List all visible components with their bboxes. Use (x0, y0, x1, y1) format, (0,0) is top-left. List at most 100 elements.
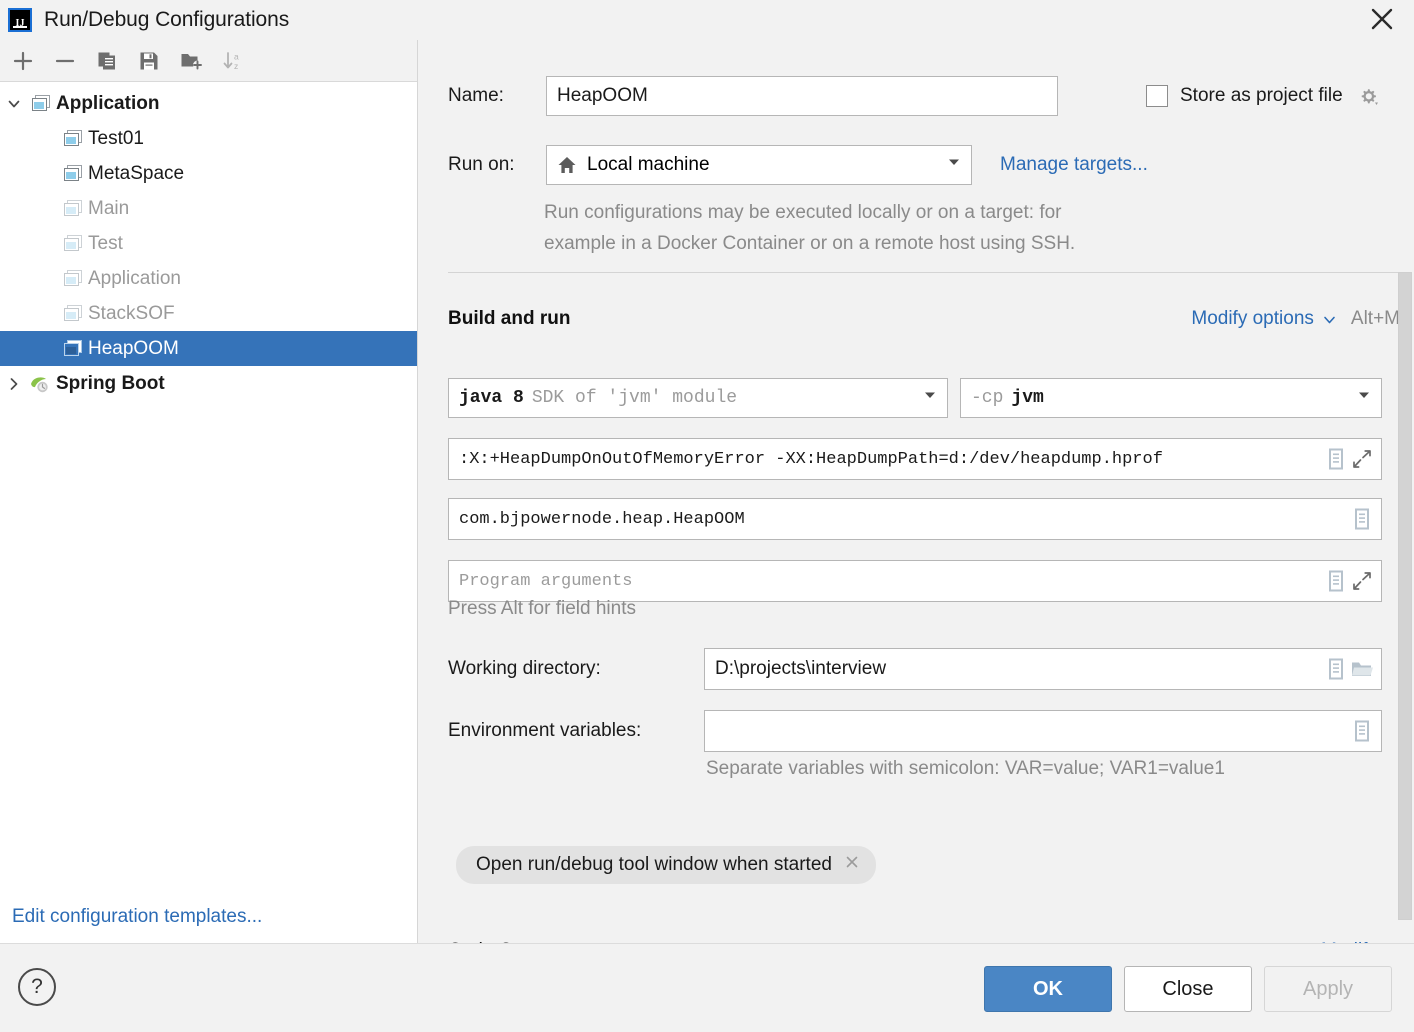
tree-item-label: Test01 (88, 127, 144, 149)
run-on-value: Local machine (587, 154, 710, 175)
configuration-icon (60, 235, 86, 252)
tree-group-application[interactable]: Application (0, 86, 417, 121)
modify-options-link[interactable]: Modify options (1191, 308, 1314, 330)
insert-macro-icon[interactable] (1323, 446, 1349, 472)
insert-macro-icon[interactable] (1349, 506, 1375, 532)
spring-boot-icon (28, 374, 54, 394)
close-button[interactable]: Close (1124, 966, 1252, 1012)
tree-group-spring-boot[interactable]: Spring Boot (0, 366, 417, 401)
open-tool-window-chip[interactable]: Open run/debug tool window when started (456, 846, 876, 884)
run-on-hint-line2: example in a Docker Container or on a re… (544, 233, 1076, 254)
dialog-actions: OK Close Apply (984, 966, 1392, 1012)
configuration-editor-panel: Name: HeapOOM Store as project file Run … (418, 40, 1414, 943)
tree-item-label: Main (88, 197, 130, 219)
vertical-scrollbar[interactable] (1398, 272, 1412, 920)
dialog-button-bar: ? OK Close Apply CSDN @popofzk (0, 943, 1414, 1032)
intellij-logo-icon: IJ (8, 8, 32, 32)
folder-browse-icon[interactable] (1349, 656, 1375, 682)
jre-value-rest: SDK of 'jvm' module (531, 388, 738, 408)
copy-configuration-button[interactable] (88, 44, 126, 78)
chevron-down-icon[interactable] (0, 96, 28, 112)
sidebar-toolbar: a z (0, 40, 417, 82)
dialog-title: Run/Debug Configurations (44, 8, 290, 31)
close-small-icon[interactable] (844, 854, 860, 876)
environment-variables-label: Environment variables: (448, 720, 642, 741)
store-as-project-file-label: Store as project file (1180, 85, 1343, 106)
ok-button[interactable]: OK (984, 966, 1112, 1012)
close-icon[interactable] (1360, 0, 1404, 38)
apply-button[interactable]: Apply (1264, 966, 1392, 1012)
jre-select[interactable]: java 8 SDK of 'jvm' module (448, 378, 948, 418)
tree-item-label: HeapOOM (88, 337, 179, 359)
tree-item-label: Application (88, 267, 181, 289)
chevron-down-icon[interactable] (1355, 386, 1373, 410)
expand-icon[interactable] (1349, 446, 1375, 472)
run-on-hint: Run configurations may be executed local… (544, 197, 1244, 259)
edit-configuration-templates-link[interactable]: Edit configuration templates... (12, 906, 262, 928)
working-directory-value: D:\projects\interview (715, 658, 887, 679)
remove-configuration-button[interactable] (46, 44, 84, 78)
chevron-right-icon[interactable] (0, 376, 28, 392)
working-directory-row: Working directory: D:\projects\interview (448, 648, 1388, 690)
sidebar-item-metaspace[interactable]: MetaSpace (0, 156, 417, 191)
sort-az-icon[interactable]: a z (214, 44, 252, 78)
svg-text:z: z (234, 61, 238, 71)
build-and-run-title: Build and run (448, 308, 571, 329)
configuration-icon (60, 270, 86, 287)
run-debug-configurations-dialog: IJ Run/Debug Configurations a z Applicat… (0, 0, 1414, 1032)
configuration-icon (60, 130, 86, 147)
classpath-select[interactable]: -cp jvm (960, 378, 1382, 418)
tree-item-label: StackSOF (88, 302, 175, 324)
chevron-down-icon[interactable] (1322, 312, 1337, 327)
application-group-icon (28, 95, 54, 112)
run-on-select[interactable]: Local machine (546, 145, 972, 185)
program-arguments-placeholder: Program arguments (459, 571, 633, 591)
jre-value-bold: java 8 (459, 388, 524, 408)
configurations-sidebar: a z Application Test01 MetaSpace Main Te… (0, 40, 418, 943)
configuration-icon (60, 340, 86, 357)
name-label: Name: (448, 85, 504, 106)
run-on-label: Run on: (448, 154, 515, 175)
logo-underline (13, 26, 27, 28)
environment-variables-input[interactable] (704, 710, 1382, 752)
field-hints-text: Press Alt for field hints (448, 598, 636, 619)
main-class-value: com.bjpowernode.heap.HeapOOM (459, 509, 745, 529)
folder-add-icon[interactable] (172, 44, 210, 78)
help-icon[interactable]: ? (18, 968, 56, 1006)
sidebar-item-stacksof[interactable]: StackSOF (0, 296, 417, 331)
chevron-down-icon[interactable] (945, 153, 963, 177)
vm-options-input[interactable]: :X:+HeapDumpOnOutOfMemoryError -XX:HeapD… (448, 438, 1382, 480)
insert-macro-icon[interactable] (1323, 568, 1349, 594)
jre-classpath-row: java 8 SDK of 'jvm' module -cp jvm (448, 378, 1382, 418)
working-directory-input[interactable]: D:\projects\interview (704, 648, 1382, 690)
tree-item-label: Test (88, 232, 123, 254)
tree-item-label: Application (56, 92, 160, 114)
insert-macro-icon[interactable] (1323, 656, 1349, 682)
tree-item-label: Spring Boot (56, 372, 165, 394)
chevron-down-icon[interactable] (921, 386, 939, 410)
sidebar-item-test[interactable]: Test (0, 226, 417, 261)
classpath-module: jvm (1011, 388, 1044, 408)
run-on-hint-line1: Run configurations may be executed local… (544, 202, 1062, 223)
sidebar-item-heapoom[interactable]: HeapOOM (0, 331, 417, 366)
sidebar-item-main[interactable]: Main (0, 191, 417, 226)
tree-item-label: MetaSpace (88, 162, 185, 184)
configuration-icon (60, 165, 86, 182)
add-configuration-button[interactable] (4, 44, 42, 78)
sidebar-item-test01[interactable]: Test01 (0, 121, 417, 156)
environment-variables-hint: Separate variables with semicolon: VAR=v… (706, 758, 1225, 779)
gear-icon[interactable] (1355, 83, 1381, 109)
insert-macro-icon[interactable] (1349, 718, 1375, 744)
expand-icon[interactable] (1349, 568, 1375, 594)
section-divider (448, 272, 1400, 273)
sidebar-item-application[interactable]: Application (0, 261, 417, 296)
name-input[interactable]: HeapOOM (546, 76, 1058, 116)
store-as-project-file-checkbox[interactable] (1146, 85, 1168, 107)
save-configuration-button[interactable] (130, 44, 168, 78)
configurations-tree: Application Test01 MetaSpace Main Test A… (0, 82, 417, 401)
main-class-input[interactable]: com.bjpowernode.heap.HeapOOM (448, 498, 1382, 540)
svg-text:a: a (234, 51, 239, 61)
sidebar-footer: Edit configuration templates... (0, 891, 417, 943)
manage-targets-link[interactable]: Manage targets... (1000, 154, 1148, 176)
program-arguments-input[interactable]: Program arguments (448, 560, 1382, 602)
